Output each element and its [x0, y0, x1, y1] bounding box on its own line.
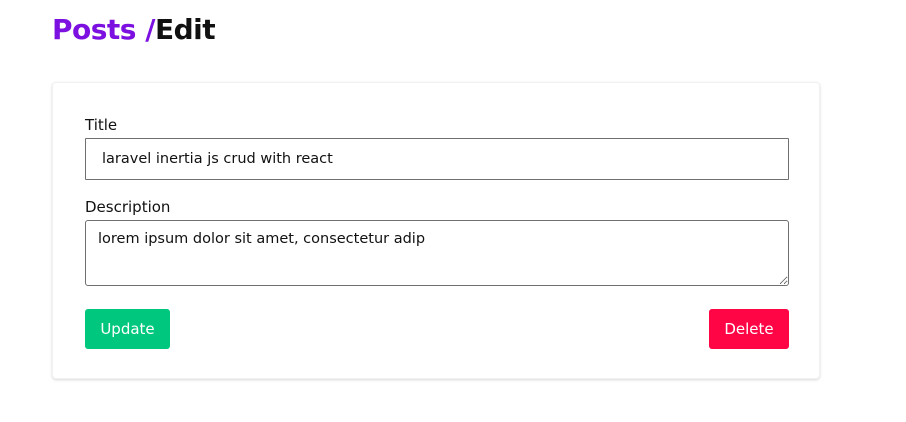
description-textarea[interactable]: lorem ipsum dolor sit amet, consectetur …: [85, 220, 789, 286]
breadcrumb-current: Edit: [154, 13, 216, 46]
page: Posts /Edit Title Description lorem ipsu…: [0, 0, 906, 422]
title-label: Title: [85, 116, 118, 134]
edit-post-card: Title Description lorem ipsum dolor sit …: [52, 82, 820, 379]
breadcrumb-posts-link[interactable]: Posts: [52, 13, 136, 46]
breadcrumb-separator: /: [135, 13, 155, 46]
description-label: Description: [85, 198, 171, 216]
title-input[interactable]: [85, 138, 789, 180]
delete-button[interactable]: Delete: [709, 309, 789, 349]
update-button[interactable]: Update: [85, 309, 170, 349]
page-title: Posts /Edit: [52, 12, 216, 48]
